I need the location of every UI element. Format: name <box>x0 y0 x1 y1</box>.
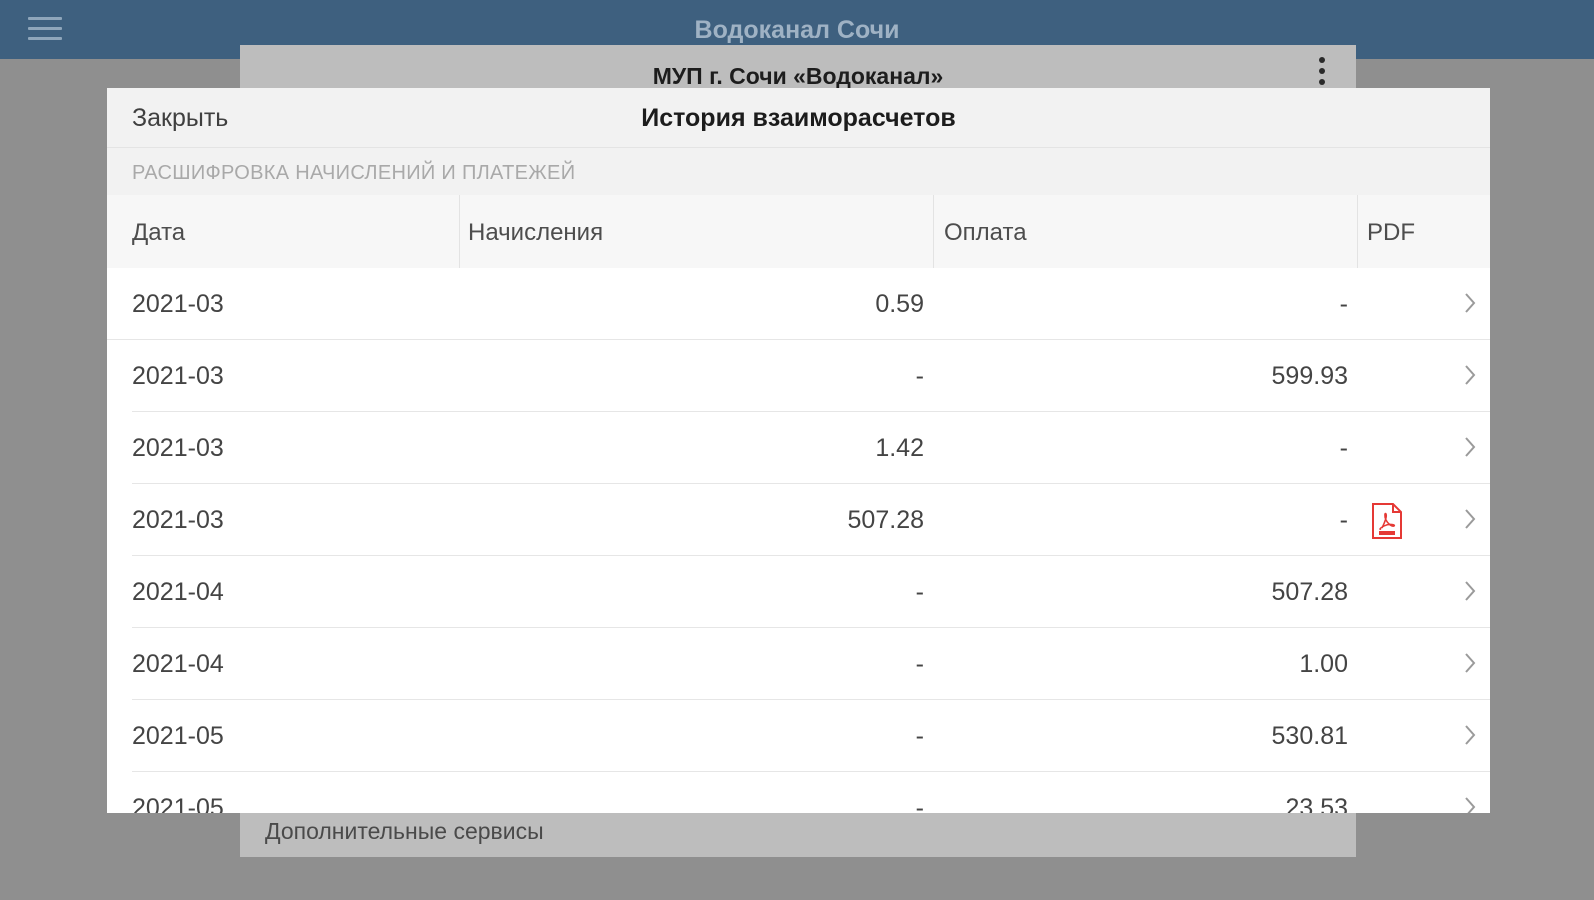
column-header-payment: Оплата <box>934 195 1358 268</box>
table-body: 2021-03 0.59-2021-03-599.93 2021-03 1.42-20… <box>107 268 1490 813</box>
table-row[interactable]: 2021-04 - 1.00 <box>107 628 1490 700</box>
chevron-right-icon <box>1465 437 1476 457</box>
section-label: РАСШИФРОВКА НАЧИСЛЕНИЙ И ПЛАТЕЖЕЙ <box>107 148 1490 195</box>
table-row[interactable]: 2021-03 507.28 - <box>107 484 1490 556</box>
row-date: 2021-04 <box>132 577 224 606</box>
chevron-right-icon <box>1465 509 1476 529</box>
chevron-right-icon <box>1465 293 1476 313</box>
additional-services-link[interactable]: Дополнительные сервисы <box>265 818 544 845</box>
row-charge: - <box>915 577 924 606</box>
dialog-title: История взаиморасчетов <box>641 104 956 132</box>
row-payment: - <box>1339 433 1348 462</box>
background-dialog-title: МУП г. Сочи «Водоканал» <box>652 63 944 89</box>
row-payment: 1.00 <box>1299 649 1348 678</box>
row-pdf-cell <box>1358 772 1490 813</box>
row-date: 2021-03 <box>132 433 224 462</box>
chevron-right-icon <box>1465 653 1476 673</box>
dialog-header: Закрыть История взаиморасчетов <box>107 88 1490 148</box>
table-row[interactable]: 2021-05 - 530.81 <box>107 700 1490 772</box>
table-row[interactable]: 2021-04 - 507.28 <box>107 556 1490 628</box>
settlement-history-dialog: Закрыть История взаиморасчетов РАСШИФРОВ… <box>107 88 1490 813</box>
row-pdf-cell <box>1358 484 1490 556</box>
row-payment: 23.53 <box>1285 793 1348 814</box>
chevron-right-icon <box>1465 365 1476 385</box>
more-vertical-icon[interactable] <box>1316 57 1328 91</box>
row-payment: 599.93 <box>1271 361 1348 390</box>
chevron-right-icon <box>1465 581 1476 601</box>
row-charge: - <box>915 721 924 750</box>
row-pdf-cell <box>1358 700 1490 772</box>
table-header: Дата Начисления Оплата PDF <box>107 195 1490 268</box>
row-date: 2021-03 <box>132 505 224 534</box>
row-pdf-cell <box>1358 340 1490 412</box>
table-row[interactable]: 2021-05 - 23.53 <box>107 772 1490 813</box>
row-date: 2021-03 <box>132 361 224 390</box>
row-payment: 530.81 <box>1271 721 1348 750</box>
pdf-file-icon[interactable] <box>1370 502 1404 540</box>
row-pdf-cell <box>1358 556 1490 628</box>
column-header-charges: Начисления <box>460 195 934 268</box>
row-payment: - <box>1339 505 1348 534</box>
row-date: 2021-04 <box>132 649 224 678</box>
chevron-right-icon <box>1465 725 1476 745</box>
row-date: 2021-03 <box>132 289 224 318</box>
row-pdf-cell <box>1358 268 1490 340</box>
row-charge: 1.42 <box>875 433 924 462</box>
row-date: 2021-05 <box>132 721 224 750</box>
table-row[interactable]: 2021-03 - 599.93 <box>107 340 1490 412</box>
row-payment: - <box>1339 289 1348 318</box>
row-pdf-cell <box>1358 628 1490 700</box>
row-charge: 0.59 <box>875 289 924 318</box>
chevron-right-icon <box>1465 797 1476 813</box>
column-header-pdf: PDF <box>1367 219 1415 246</box>
row-date: 2021-05 <box>132 793 224 814</box>
table-row[interactable]: 2021-03 0.59 - <box>107 268 1490 340</box>
row-charge: - <box>915 361 924 390</box>
row-charge: 507.28 <box>847 505 924 534</box>
table-row[interactable]: 2021-03 1.42 - <box>107 412 1490 484</box>
app-title: Водоканал Сочи <box>694 16 900 44</box>
row-pdf-cell <box>1358 412 1490 484</box>
row-charge: - <box>915 649 924 678</box>
row-payment: 507.28 <box>1271 577 1348 606</box>
column-header-date: Дата <box>107 195 460 268</box>
row-charge: - <box>915 793 924 814</box>
